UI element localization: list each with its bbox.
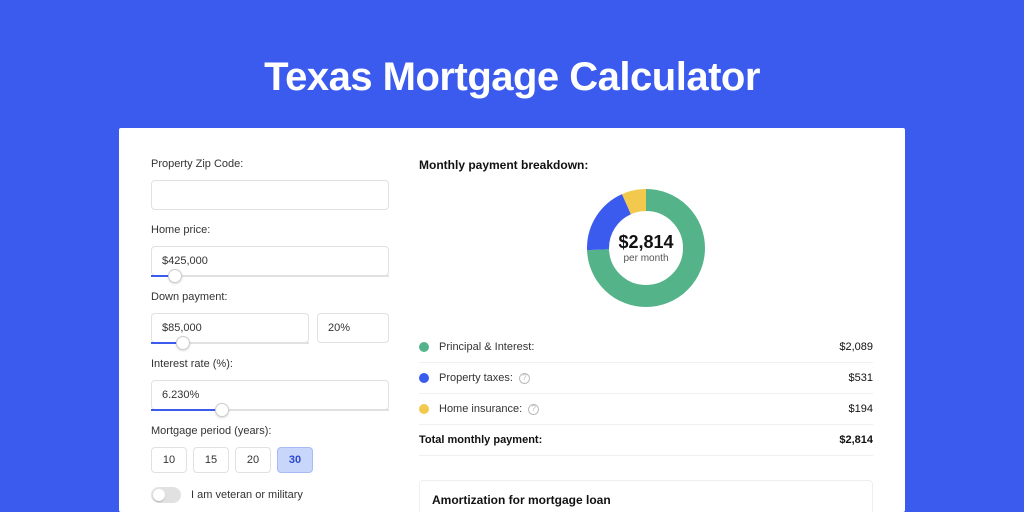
period-btn-30[interactable]: 30 <box>277 447 313 473</box>
price-label: Home price: <box>151 224 389 236</box>
swatch-insurance <box>419 404 429 414</box>
legend-row-total: Total monthly payment: $2,814 <box>419 425 873 456</box>
legend-label-taxes-text: Property taxes: <box>439 372 513 384</box>
period-btn-15[interactable]: 15 <box>193 447 229 473</box>
legend-row-principal: Principal & Interest: $2,089 <box>419 332 873 363</box>
veteran-toggle-knob <box>153 489 165 501</box>
rate-input[interactable] <box>151 380 389 410</box>
amortization-card: Amortization for mortgage loan Amortizat… <box>419 480 873 512</box>
period-field-group: Mortgage period (years): 10 15 20 30 <box>151 425 389 473</box>
rate-slider[interactable] <box>151 409 389 411</box>
period-label: Mortgage period (years): <box>151 425 389 437</box>
legend-label-principal: Principal & Interest: <box>439 341 839 353</box>
info-icon[interactable]: ? <box>528 404 539 415</box>
down-label: Down payment: <box>151 291 389 303</box>
legend-label-insurance: Home insurance: ? <box>439 403 849 415</box>
donut-amount: $2,814 <box>618 232 673 253</box>
price-slider[interactable] <box>151 275 389 277</box>
period-btn-20[interactable]: 20 <box>235 447 271 473</box>
rate-label: Interest rate (%): <box>151 358 389 370</box>
breakdown-column: Monthly payment breakdown: $2,814 per mo… <box>419 158 873 512</box>
price-input[interactable] <box>151 246 389 276</box>
breakdown-title: Monthly payment breakdown: <box>419 158 873 172</box>
zip-input[interactable] <box>151 180 389 210</box>
period-btn-10[interactable]: 10 <box>151 447 187 473</box>
period-options: 10 15 20 30 <box>151 447 389 473</box>
calculator-panel: Property Zip Code: Home price: Down paym… <box>119 128 905 512</box>
donut-chart-wrap: $2,814 per month <box>419 184 873 312</box>
legend-label-insurance-text: Home insurance: <box>439 403 522 415</box>
veteran-toggle[interactable] <box>151 487 181 503</box>
legend-total-val: $2,814 <box>839 434 873 446</box>
legend-val-principal: $2,089 <box>839 341 873 353</box>
zip-label: Property Zip Code: <box>151 158 389 170</box>
swatch-principal <box>419 342 429 352</box>
legend-val-taxes: $531 <box>849 372 873 384</box>
donut-sub: per month <box>623 253 668 264</box>
page-title: Texas Mortgage Calculator <box>264 55 760 100</box>
veteran-label: I am veteran or military <box>191 489 303 501</box>
down-pct-input[interactable] <box>317 313 389 343</box>
legend-label-taxes: Property taxes: ? <box>439 372 849 384</box>
swatch-taxes <box>419 373 429 383</box>
down-slider-thumb[interactable] <box>176 336 190 350</box>
zip-field-group: Property Zip Code: <box>151 158 389 210</box>
info-icon[interactable]: ? <box>519 373 530 384</box>
legend-val-insurance: $194 <box>849 403 873 415</box>
down-slider[interactable] <box>151 342 309 344</box>
rate-slider-thumb[interactable] <box>215 403 229 417</box>
price-slider-thumb[interactable] <box>168 269 182 283</box>
donut-center: $2,814 per month <box>582 184 710 312</box>
down-amount-input[interactable] <box>151 313 309 343</box>
amort-title: Amortization for mortgage loan <box>432 493 860 507</box>
legend-row-taxes: Property taxes: ? $531 <box>419 363 873 394</box>
veteran-row: I am veteran or military <box>151 487 389 503</box>
donut-chart: $2,814 per month <box>582 184 710 312</box>
rate-field-group: Interest rate (%): <box>151 358 389 411</box>
inputs-column: Property Zip Code: Home price: Down paym… <box>151 158 389 512</box>
legend-row-insurance: Home insurance: ? $194 <box>419 394 873 425</box>
price-field-group: Home price: <box>151 224 389 277</box>
down-field-group: Down payment: <box>151 291 389 344</box>
legend-total-label: Total monthly payment: <box>419 434 839 446</box>
